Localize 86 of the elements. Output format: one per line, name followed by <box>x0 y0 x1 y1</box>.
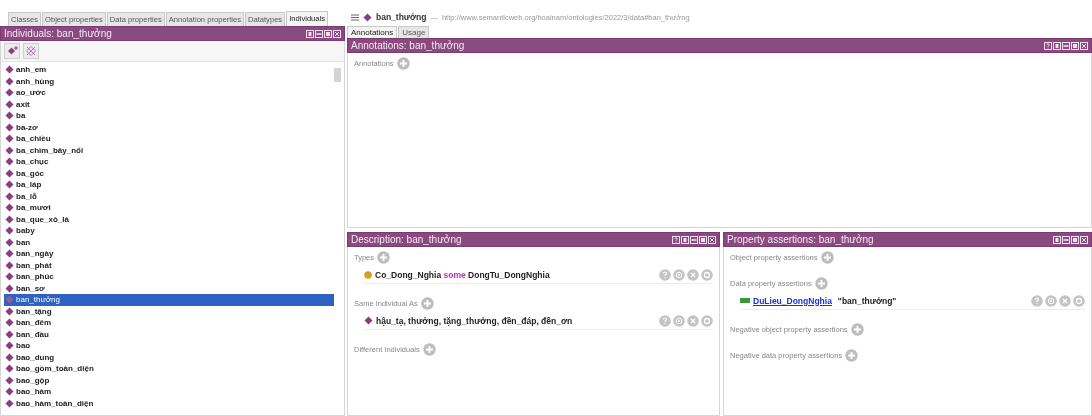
individual-item[interactable]: ban_phúc <box>4 271 334 283</box>
entity-expression: Co_Dong_Nghia some DongTu_DongNghia <box>375 269 551 280</box>
individual-item[interactable]: anh_em <box>4 64 334 76</box>
crossed-diamond-icon <box>26 46 36 56</box>
maximize-icon[interactable] <box>1071 41 1079 50</box>
tab[interactable]: Usage <box>398 26 430 38</box>
individual-item[interactable]: axit <box>4 98 334 110</box>
entity-name: ban_thưởng <box>376 12 427 22</box>
individual-item[interactable]: ban_đêm <box>4 317 334 329</box>
individual-item[interactable]: ban_sơ <box>4 282 334 294</box>
individual-item[interactable]: ba <box>4 110 334 122</box>
individual-item[interactable]: ban_tặng <box>4 305 334 317</box>
add-icon[interactable] <box>396 57 410 70</box>
minimize-icon[interactable] <box>315 29 323 38</box>
help-icon[interactable] <box>672 235 680 244</box>
add-icon[interactable] <box>377 251 390 264</box>
close-icon[interactable] <box>708 235 716 244</box>
delete-icon[interactable] <box>687 314 699 327</box>
add-icon[interactable] <box>845 349 859 362</box>
individual-item[interactable]: ba_chiều <box>4 133 334 145</box>
close-icon[interactable] <box>1080 41 1088 50</box>
scrollbar[interactable] <box>334 68 341 82</box>
edit-icon[interactable] <box>701 268 713 281</box>
split-icon[interactable] <box>681 235 689 244</box>
individual-item[interactable]: ba-zơ <box>4 121 334 133</box>
edit-icon[interactable] <box>701 314 713 327</box>
minimize-icon[interactable] <box>690 235 698 244</box>
tab[interactable]: Annotations <box>347 26 398 38</box>
minimize-icon[interactable] <box>1062 41 1070 50</box>
split-icon[interactable] <box>1053 235 1061 244</box>
annotate-icon[interactable] <box>673 314 685 327</box>
individual-item[interactable]: bao_dung <box>4 351 334 363</box>
rectangle-icon <box>740 298 750 303</box>
individual-item[interactable]: baby <box>4 225 334 237</box>
entity-expression: hậu_tạ, thưởng, tặng_thưởng, đền_đáp, đền_ơn <box>376 315 574 326</box>
panel-title: Property assertions: ban_thưởng <box>727 234 875 245</box>
add-individual-button[interactable] <box>4 43 20 59</box>
add-icon[interactable] <box>422 343 436 356</box>
panel-title: Individuals: ban_thưởng <box>4 28 113 39</box>
delete-icon[interactable] <box>687 268 699 281</box>
circle-icon <box>364 270 372 279</box>
split-icon[interactable] <box>306 29 314 38</box>
help-icon[interactable] <box>1044 41 1052 50</box>
individual-item[interactable]: ao_ước <box>4 87 334 99</box>
literal-value: "ban_thưởng" <box>837 295 898 306</box>
individual-item[interactable]: ba_chìm_bảy_nổi <box>4 144 334 156</box>
add-icon[interactable] <box>814 277 828 290</box>
individual-item[interactable]: bao_hàm_toàn_diện <box>4 397 334 409</box>
annotate-icon[interactable] <box>673 268 685 281</box>
panel-title: Description: ban_thưởng <box>351 234 463 245</box>
menu-icon[interactable] <box>351 13 359 21</box>
add-icon[interactable] <box>820 251 834 264</box>
diamond-plus-icon <box>6 46 18 56</box>
panel-title: Annotations: ban_thưởng <box>351 40 466 51</box>
individual-item[interactable]: bao_gộp <box>4 374 334 386</box>
individual-item[interactable]: ban_đầu <box>4 328 334 340</box>
minimize-icon[interactable] <box>1062 235 1070 244</box>
delete-icon[interactable] <box>1059 294 1071 307</box>
individual-item[interactable]: ba_chục <box>4 156 334 168</box>
annotate-icon[interactable] <box>1045 294 1057 307</box>
diamond-icon <box>364 316 373 325</box>
maximize-icon[interactable] <box>1071 235 1079 244</box>
individual-item[interactable]: ba_láp <box>4 179 334 191</box>
individual-item[interactable]: bao <box>4 340 334 352</box>
individual-item[interactable]: bao_gồm_toàn_diện <box>4 363 334 375</box>
individual-item[interactable]: bao_hàm <box>4 386 334 398</box>
individual-item[interactable]: ba_mươi <box>4 202 334 214</box>
individual-item[interactable]: ba_lỗ <box>4 190 334 202</box>
individual-item[interactable]: ba_góc <box>4 167 334 179</box>
close-icon[interactable] <box>1080 235 1088 244</box>
individual-item[interactable]: ban_phát <box>4 259 334 271</box>
individual-item[interactable]: ban_ngày <box>4 248 334 260</box>
maximize-icon[interactable] <box>324 29 332 38</box>
maximize-icon[interactable] <box>699 235 707 244</box>
add-icon[interactable] <box>850 323 864 336</box>
individual-item[interactable]: anh_hùng <box>4 75 334 87</box>
property-link[interactable]: DuLieu_DongNghia <box>753 295 832 306</box>
diamond-icon <box>363 12 372 22</box>
add-icon[interactable] <box>420 297 434 310</box>
close-icon[interactable] <box>333 29 341 38</box>
individual-item[interactable]: ban_thưởng <box>4 294 334 306</box>
individual-item[interactable]: ban <box>4 236 334 248</box>
split-icon[interactable] <box>1053 41 1061 50</box>
individual-item[interactable]: ba_que_xỏ_lá <box>4 213 334 225</box>
edit-icon[interactable] <box>1073 294 1085 307</box>
delete-individual-button[interactable] <box>23 43 39 59</box>
